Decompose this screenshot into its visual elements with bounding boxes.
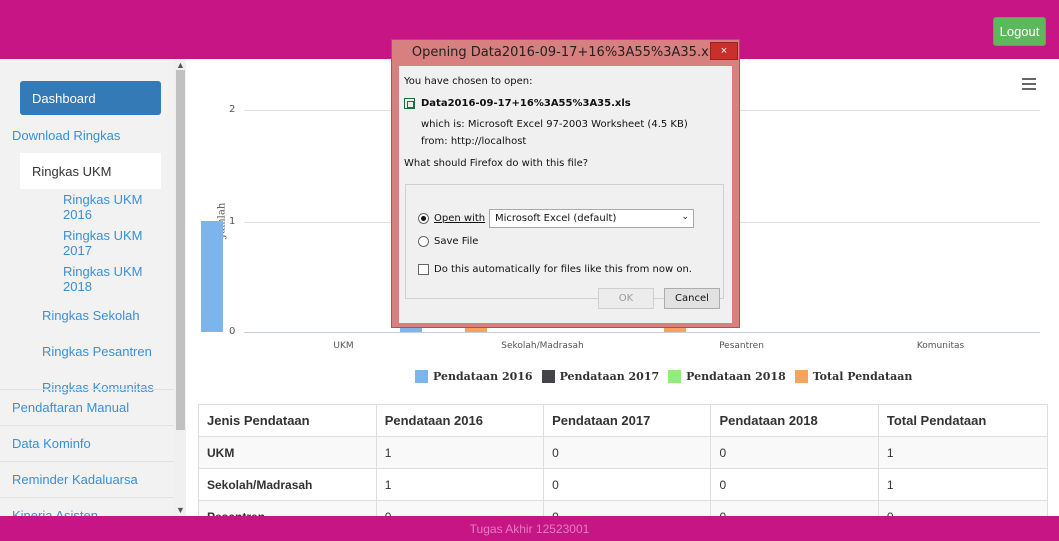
table-header-row: Jenis Pendataan Pendataan 2016 Pendataan… [198, 404, 1049, 437]
legend-label: Pendataan 2018 [686, 370, 786, 383]
logout-button[interactable]: Logout [993, 17, 1046, 46]
chart-x-tick: Sekolah/Madrasah [501, 341, 584, 351]
sidebar: Dashboard Download Ringkas Ringkas UKM R… [0, 59, 174, 516]
legend-item[interactable]: Total Pendataan [794, 370, 913, 383]
table-cell: 0 [543, 468, 712, 501]
sidebar-item-ringkas-sekolah[interactable]: Ringkas Sekolah [0, 297, 174, 333]
save-file-label[interactable]: Save File [434, 236, 478, 247]
legend-swatch [668, 370, 682, 383]
scroll-down-icon[interactable]: ▼ [176, 505, 185, 515]
table-cell: Sekolah/Madrasah [198, 468, 377, 501]
legend-swatch [415, 370, 428, 383]
excel-file-icon [404, 98, 415, 109]
chart-x-tick: Komunitas [916, 341, 965, 351]
table-cell: 1 [375, 468, 545, 501]
legend-swatch [541, 370, 555, 383]
open-with-select[interactable]: Microsoft Excel (default) ⌄ [489, 209, 694, 228]
sidebar-item-ringkas-pesantren[interactable]: Ringkas Pesantren [0, 333, 174, 369]
table-row: UKM 1 0 0 1 [198, 436, 1049, 469]
table-header: Pendataan 2016 [375, 404, 545, 437]
auto-action-label[interactable]: Do this automatically for files like thi… [434, 264, 692, 275]
chart-y-tick: 0 [229, 326, 236, 337]
dialog-body: You have chosen to open: Data2016-09-17+… [399, 66, 732, 323]
sidebar-item-download-ringkas[interactable]: Download Ringkas [0, 117, 174, 153]
table-cell: 1 [375, 436, 545, 469]
table-row: Sekolah/Madrasah 1 0 0 1 [198, 468, 1049, 501]
dialog-file-type: which is: Microsoft Excel 97-2003 Worksh… [421, 119, 688, 130]
table-cell: 0 [710, 436, 879, 469]
table-header: Pendataan 2017 [543, 404, 712, 437]
sidebar-item-kinerja-asisten[interactable]: Kinerja Asisten [0, 497, 174, 516]
sidebar-item-ringkas-ukm-2018[interactable]: Ringkas UKM 2018 [0, 261, 174, 297]
legend-item[interactable]: Pendataan 2016 [415, 370, 533, 383]
chart-menu-icon[interactable] [1022, 78, 1036, 90]
legend-label: Pendataan 2017 [559, 370, 660, 383]
legend-label: Pendataan 2016 [433, 370, 533, 383]
save-file-radio[interactable] [418, 236, 429, 247]
chevron-down-icon: ⌄ [681, 212, 689, 222]
download-dialog: Opening Data2016-09-17+16%3A55%3A35.xls … [391, 39, 740, 328]
dialog-question: What should Firefox do with this file? [404, 158, 592, 169]
table-header: Jenis Pendataan [198, 404, 377, 437]
dialog-close-button[interactable]: × [710, 42, 738, 60]
legend-label: Total Pendataan [812, 370, 913, 383]
summary-table: Jenis Pendataan Pendataan 2016 Pendataan… [198, 404, 1049, 533]
sidebar-item-reminder-kadaluarsa[interactable]: Reminder Kadaluarsa [0, 461, 174, 497]
table-cell: UKM [198, 436, 377, 469]
chart-x-tick: Pesantren [719, 341, 764, 351]
sidebar-item-ringkas-ukm[interactable]: Ringkas UKM [20, 153, 161, 189]
footer: Tugas Akhir 12523001 [0, 516, 1059, 541]
scroll-up-icon[interactable]: ▲ [176, 60, 185, 70]
table-header: Pendataan 2018 [710, 404, 879, 437]
table-cell: 0 [543, 436, 712, 469]
sidebar-item-pendaftaran-manual[interactable]: Pendaftaran Manual [0, 389, 174, 425]
open-with-value: Microsoft Excel (default) [495, 213, 617, 224]
sidebar-item-data-kominfo[interactable]: Data Kominfo [0, 425, 174, 461]
chart-y-tick: 1 [229, 216, 236, 227]
dialog-chosen-text: You have chosen to open: [404, 76, 533, 87]
open-with-radio[interactable] [418, 213, 429, 224]
sidebar-item-ringkas-ukm-2017[interactable]: Ringkas UKM 2017 [0, 225, 174, 261]
dialog-filename: Data2016-09-17+16%3A55%3A35.xls [421, 98, 631, 109]
chart-x-tick: UKM [333, 341, 354, 351]
chart-y-tick: 2 [229, 104, 236, 115]
auto-action-checkbox[interactable] [418, 264, 429, 275]
legend-item[interactable]: Pendataan 2018 [668, 370, 786, 383]
ok-button[interactable]: OK [598, 288, 654, 309]
chart-legend: Pendataan 2016 Pendataan 2017 Pendataan … [415, 370, 921, 383]
chart-bar[interactable] [200, 221, 223, 332]
legend-swatch [794, 370, 808, 383]
table-cell: 0 [710, 468, 879, 501]
legend-item[interactable]: Pendataan 2017 [541, 370, 660, 383]
table-cell: 1 [877, 468, 1049, 501]
open-with-label[interactable]: Open with [434, 213, 485, 224]
chart-x-axis [244, 332, 1040, 333]
dialog-file-source: from: http://localhost [421, 136, 527, 147]
sidebar-item-dashboard[interactable]: Dashboard [20, 81, 161, 115]
dialog-title: Opening Data2016-09-17+16%3A55%3A35.xls [411, 45, 720, 60]
sidebar-item-ringkas-ukm-2016[interactable]: Ringkas UKM 2016 [0, 189, 174, 225]
cancel-button[interactable]: Cancel [664, 288, 720, 309]
sidebar-scrollbar-thumb[interactable] [176, 70, 185, 430]
table-header: Total Pendataan [877, 404, 1049, 437]
table-cell: 1 [877, 436, 1049, 469]
